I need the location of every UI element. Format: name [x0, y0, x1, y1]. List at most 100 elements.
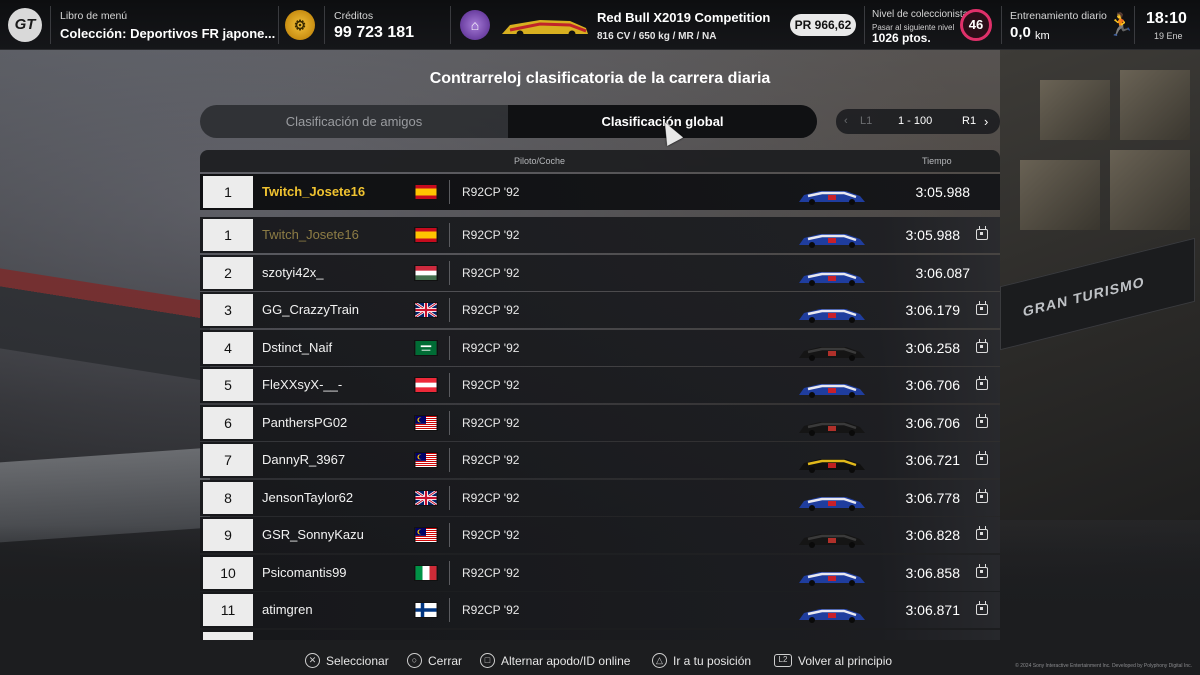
table-row[interactable]: 6 PanthersPG02 R92CP '92 3:06.706	[200, 404, 1000, 441]
table-row[interactable]: 3 GG_CrazzyTrain R92CP '92 3:06.179	[200, 292, 1000, 328]
chevron-left-icon[interactable]: ‹	[844, 109, 848, 134]
replay-icon[interactable]	[976, 563, 988, 578]
lap-time: 3:06.706	[905, 377, 961, 393]
saudi-flag-icon	[414, 339, 438, 356]
table-row[interactable]: 9 GSR_SonnyKazu R92CP '92 3:06.828	[200, 517, 1000, 553]
table-row-partial	[200, 629, 1000, 640]
divider	[449, 598, 450, 622]
table-row[interactable]: 7 DannyR_3967 R92CP '92 3:06.721	[200, 442, 1000, 478]
column-time: Tiempo	[922, 156, 952, 166]
car-model: R92CP '92	[462, 453, 520, 467]
leaderboard-tabs: Clasificación de amigos Clasificación gl…	[200, 105, 817, 138]
player-name: atimgren	[262, 602, 313, 617]
rank-number: 11	[203, 594, 253, 626]
toggle-nickname-button[interactable]: □ Alternar apodo/ID online	[480, 653, 630, 669]
back-to-top-button[interactable]: L2 Volver al principio	[774, 653, 892, 669]
player-name: GG_CrazzyTrain	[262, 302, 360, 317]
replay-icon[interactable]	[976, 488, 988, 503]
malaysia-flag-icon	[414, 452, 438, 468]
car-model: R92CP '92	[462, 415, 520, 430]
page-title: Contrarreloj clasificatoria de la carrer…	[429, 70, 771, 87]
replay-icon[interactable]	[976, 376, 988, 390]
player-name: FleXXsyX-__-	[262, 377, 343, 392]
leaderboard-table: Piloto/Coche Tiempo 1 Twitch_Josete16 R92C…	[200, 150, 1000, 640]
current-car-thumbnail	[502, 20, 588, 38]
cross-button-icon: ✕	[305, 653, 320, 669]
circle-button-icon: ○	[407, 653, 422, 669]
select-button[interactable]: ✕ Seleccionar	[305, 653, 389, 669]
car-model: R92CP '92	[462, 265, 520, 280]
table-row[interactable]: 5 FleXXsyX-__- R92CP '92 3:06.706	[200, 367, 1000, 403]
top-bar: GT Libro de menú Colección: Deportivos F…	[0, 0, 1200, 50]
car-model: R92CP '92	[462, 378, 520, 392]
car-model: R92CP '92	[462, 490, 520, 505]
replay-icon[interactable]	[976, 413, 988, 428]
table-header: Piloto/Coche Tiempo	[200, 150, 1000, 172]
rank-number: 5	[203, 369, 253, 401]
select-label: Seleccionar	[326, 654, 389, 668]
divider	[449, 523, 450, 547]
player-name: Dstinct_Naif	[262, 339, 333, 355]
goto-position-label: Ir a tu posición	[673, 654, 752, 668]
lap-time: 3:06.871	[905, 602, 961, 618]
table-row[interactable]: 11 atimgren R92CP '92 3:06.871	[200, 592, 1000, 628]
table-row[interactable]: 8 JensonTaylor62 R92CP '92 3:06.778	[200, 479, 1000, 516]
pager-next-label: R1	[962, 115, 977, 127]
divider	[449, 298, 450, 322]
replay-icon[interactable]	[976, 601, 988, 615]
daily-training-label: Entrenamiento diario	[1010, 10, 1107, 22]
goto-position-button[interactable]: △ Ir a tu posición	[652, 653, 751, 669]
l2-button-icon: L2	[774, 654, 792, 668]
italy-flag-icon	[414, 564, 438, 581]
chevron-right-icon[interactable]: ›	[984, 109, 988, 134]
replay-icon[interactable]	[976, 526, 988, 540]
player-name: szotyi42x_	[262, 264, 324, 280]
spain-flag-icon	[414, 184, 438, 200]
player-name: Twitch_Josete16	[262, 184, 366, 199]
pager-prev-label: L1	[860, 115, 873, 127]
page-range-selector[interactable]: ‹ L1 1 - 100 R1 ›	[836, 109, 1000, 134]
gt-logo-icon[interactable]: GT	[8, 8, 42, 42]
current-car-specs: 816 CV / 650 kg / MR / NA	[597, 31, 717, 42]
column-driver-car: Piloto/Coche	[514, 156, 566, 166]
garage-icon[interactable]: ⌂	[460, 10, 490, 40]
background-grandstand	[0, 268, 210, 382]
table-row[interactable]: 4 Dstinct_Naif R92CP '92 3:06.258	[200, 329, 1000, 366]
player-name: PanthersPG02	[262, 414, 348, 430]
copyright-text: © 2024 Sony Interactive Entertainment In…	[1015, 663, 1192, 669]
close-button[interactable]: ○ Cerrar	[407, 653, 462, 669]
runner-icon: 🏃	[1107, 12, 1135, 37]
lap-time: 3:06.258	[905, 339, 961, 356]
divider	[449, 485, 450, 510]
credits-value: 99 723 181	[334, 24, 415, 41]
table-row[interactable]: 2 szotyi42x_ R92CP '92 3:06.087	[200, 254, 1000, 291]
rank-number: 1	[203, 219, 253, 251]
replay-icon[interactable]	[976, 338, 988, 353]
menu-book-value[interactable]: Colección: Deportivos FR japone...	[60, 26, 275, 41]
divider	[449, 448, 450, 472]
replay-icon[interactable]	[976, 301, 988, 315]
car-model: R92CP '92	[462, 185, 520, 199]
pr-badge: PR 966,62	[790, 14, 856, 36]
car-model: R92CP '92	[462, 340, 520, 355]
close-label: Cerrar	[428, 654, 463, 668]
clock-date: 19 Ene	[1154, 31, 1183, 41]
collector-level-ring: 46	[960, 9, 992, 41]
rank-number: 9	[203, 519, 253, 551]
spain-flag-icon	[414, 227, 438, 243]
replay-icon[interactable]	[976, 451, 988, 465]
table-row[interactable]: 10 Psicomantis99 R92CP '92 3:06.858	[200, 554, 1000, 591]
pinned-player-row[interactable]: 1 Twitch_Josete16 R92CP '92 3:05.988	[200, 174, 1000, 210]
table-row[interactable]: 1 Twitch_Josete16 R92CP '92 3:05.988	[200, 217, 1000, 253]
player-name: DannyR_3967	[262, 452, 346, 467]
replay-icon[interactable]	[976, 226, 988, 240]
triangle-button-icon: △	[652, 653, 667, 669]
divider	[449, 560, 450, 585]
uk-flag-icon	[414, 302, 438, 318]
player-name: Psicomantis99	[262, 564, 347, 580]
collector-level-label: Nivel de coleccionista	[872, 9, 969, 20]
tab-friends-ranking[interactable]: Clasificación de amigos	[200, 105, 508, 138]
divider	[449, 335, 450, 360]
lap-time: 3:06.721	[905, 452, 961, 468]
divider	[449, 260, 450, 285]
